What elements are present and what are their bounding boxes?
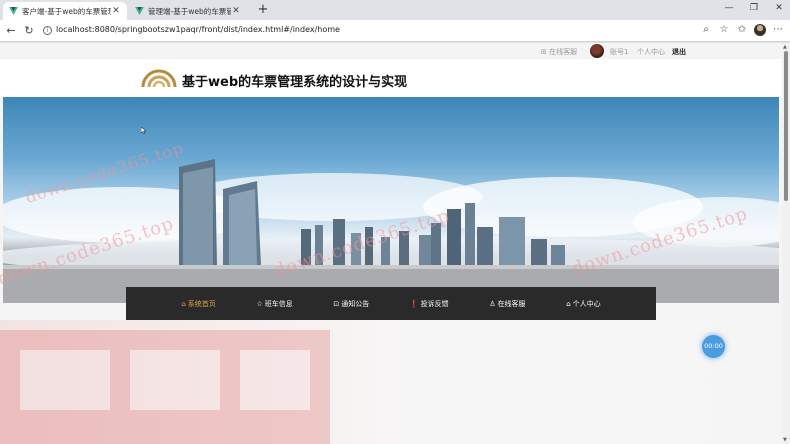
user-icon: ♙ [489, 299, 496, 308]
tab-close-icon[interactable]: ✕ [231, 6, 241, 16]
new-tab-button[interactable]: + [256, 3, 270, 17]
address-bar[interactable]: localhost:8080/springbootszw1paqr/front/… [56, 25, 340, 34]
nav-home[interactable]: ⌂ 系统首页 [181, 299, 215, 309]
refresh-button[interactable]: ↻ [22, 24, 36, 38]
minimize-button[interactable]: — [722, 3, 736, 13]
user-avatar[interactable] [590, 44, 604, 58]
favorite-star-icon[interactable]: ☆ [718, 24, 730, 36]
home-icon: ⌂ [181, 299, 186, 308]
favorites-icon[interactable]: ✩ [736, 24, 748, 36]
timer-badge[interactable]: 00:00 [702, 335, 725, 358]
nav-personal-center[interactable]: ⌂ 个人中心 [566, 299, 600, 309]
more-menu-icon[interactable]: ⋯ [772, 24, 784, 36]
site-title: 基于web的车票管理系统的设计与实现 [182, 75, 408, 90]
restore-button[interactable]: ❐ [747, 3, 761, 13]
top-utility-bar: ⊞ 在线客服 账号1 个人中心 退出 [0, 43, 782, 59]
browser-toolbar: ← ↻ i localhost:8080/springbootszw1paqr/… [0, 20, 790, 42]
toolbar-icons: ⌕ ☆ ✩ ⋯ [700, 24, 784, 36]
close-window-button[interactable]: ✕ [772, 3, 786, 13]
tab-title: 客户端-基于web的车票管理系统的 [22, 6, 111, 16]
nav-notice[interactable]: ⊡ 通知公告 [333, 299, 369, 309]
scroll-down-icon[interactable]: ▼ [783, 437, 787, 443]
alert-icon: ❗ [409, 299, 419, 308]
account-name[interactable]: 账号1 [610, 47, 628, 57]
nav-feedback[interactable]: ❗ 投诉反馈 [410, 299, 449, 309]
browser-tab-strip: 客户端-基于web的车票管理系统的 ✕ 管理端-基于web的车票管理系统的 ✕ … [0, 0, 790, 20]
vue-logo-icon [9, 7, 18, 15]
zoom-icon[interactable]: ⌕ [700, 24, 712, 36]
page-scrollbar[interactable]: ▲ ▼ [782, 43, 790, 444]
browser-tab-client[interactable]: 客户端-基于web的车票管理系统的 ✕ [3, 2, 127, 20]
logout-link[interactable]: 退出 [672, 47, 686, 57]
browser-tab-admin[interactable]: 管理端-基于web的车票管理系统的 ✕ [129, 2, 247, 20]
scroll-up-icon[interactable]: ▲ [783, 44, 787, 50]
tab-close-icon[interactable]: ✕ [111, 6, 121, 16]
back-button[interactable]: ← [4, 24, 18, 38]
nav-label: 在线客服 [497, 299, 526, 308]
personal-center-link[interactable]: 个人中心 [637, 47, 665, 57]
nav-label: 个人中心 [572, 299, 601, 308]
profile-avatar-icon[interactable] [754, 24, 766, 36]
nav-label: 投诉反馈 [420, 299, 449, 308]
nav-label: 通知公告 [341, 299, 370, 308]
home-icon: ⌂ [566, 299, 571, 308]
nav-bus-info[interactable]: ☆ 班车信息 [256, 299, 292, 309]
vue-logo-icon [135, 7, 144, 15]
site-info-icon[interactable]: i [43, 26, 52, 35]
main-nav-menu: ⌂ 系统首页 ☆ 班车信息 ⊡ 通知公告 ❗ 投诉反馈 ♙ 在线客服 ⌂ 个人中… [126, 287, 656, 320]
nav-label: 班车信息 [264, 299, 293, 308]
nav-label: 系统首页 [187, 299, 216, 308]
city-skyline-image [3, 159, 779, 303]
hero-banner [3, 97, 779, 303]
online-service-link[interactable]: ⊞ 在线客服 [541, 47, 577, 57]
nav-online-service[interactable]: ♙ 在线客服 [489, 299, 525, 309]
star-icon: ☆ [256, 299, 263, 308]
mouse-cursor-icon [141, 127, 146, 134]
scrollbar-thumb[interactable] [784, 51, 788, 201]
site-header: 基于web的车票管理系统的设计与实现 [0, 59, 782, 97]
bus-background-image [0, 330, 330, 444]
tab-title: 管理端-基于web的车票管理系统的 [148, 6, 231, 16]
notice-icon: ⊡ [333, 299, 340, 308]
page-viewport: ⊞ 在线客服 账号1 个人中心 退出 基于web的车票管理系统的设计与实现 ⌂ … [0, 43, 782, 444]
content-background [0, 320, 782, 444]
site-logo-icon [141, 69, 177, 88]
